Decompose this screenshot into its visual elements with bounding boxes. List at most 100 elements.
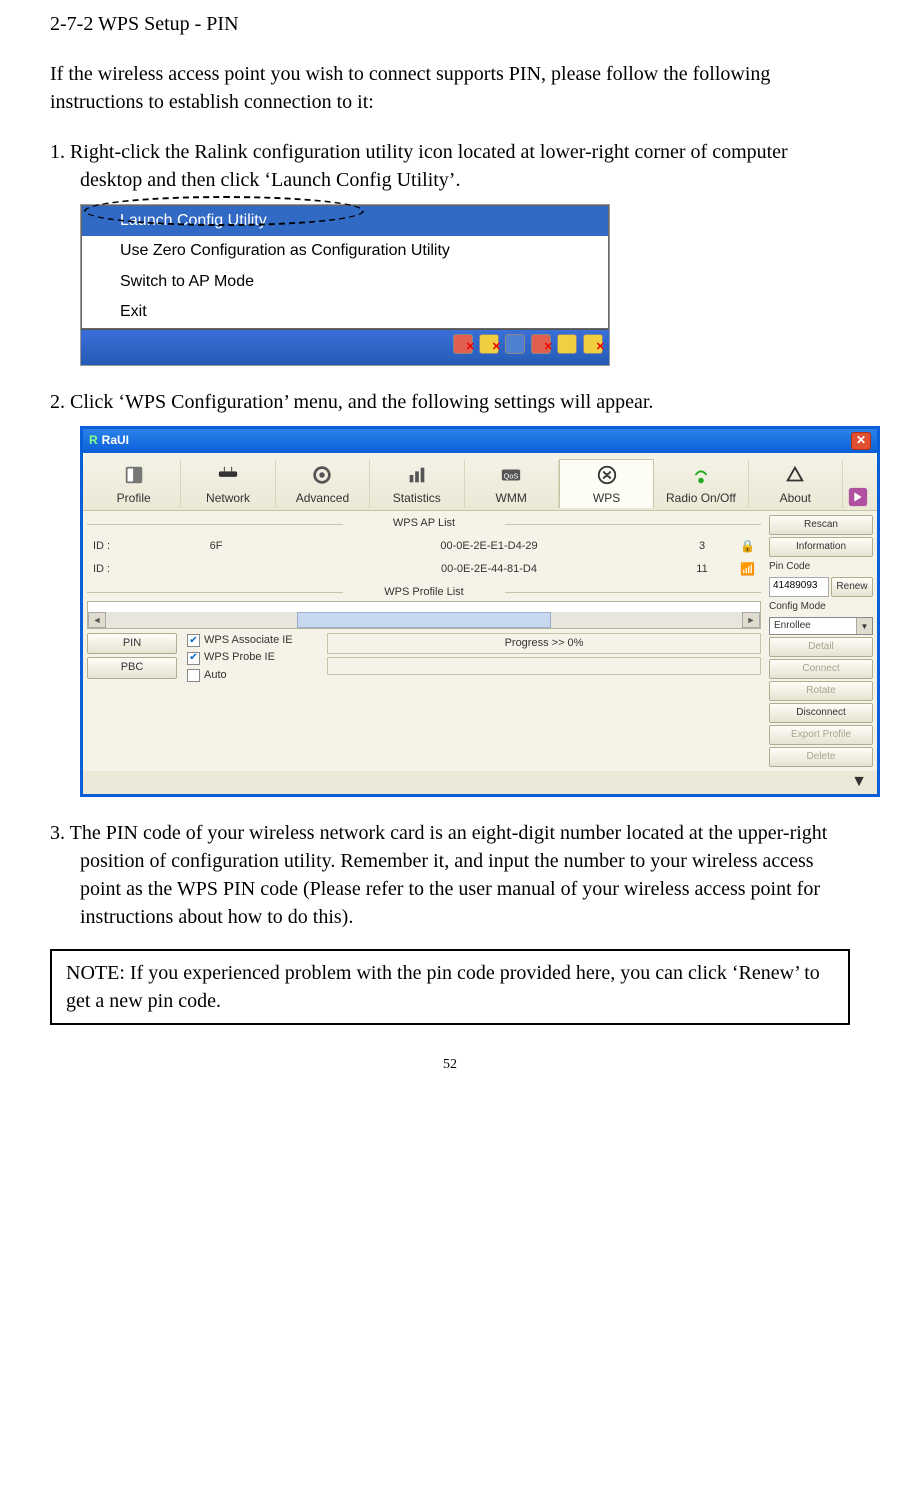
intro-paragraph: If the wireless access point you wish to…	[50, 60, 850, 116]
tray-icon[interactable]	[453, 334, 473, 354]
renew-button[interactable]: Renew	[831, 577, 873, 597]
checkbox-label: WPS Probe IE	[204, 650, 275, 665]
about-icon	[749, 462, 842, 488]
wps-probe-checkbox[interactable]: ✔ WPS Probe IE	[187, 650, 317, 665]
progress-text: Progress >> 0%	[327, 633, 761, 654]
ap-mac: 00-0E-2E-44-81-D4	[299, 562, 679, 577]
delete-button[interactable]: Delete	[769, 747, 873, 767]
scroll-right-button[interactable]: ►	[742, 612, 760, 628]
raui-window: R RaUI ✕ Profile Network Advanced	[80, 426, 880, 797]
menu-item-exit[interactable]: Exit	[82, 297, 608, 327]
connect-button[interactable]: Connect	[769, 659, 873, 679]
arrow-right-icon	[847, 486, 869, 508]
config-mode-select[interactable]: Enrollee ▼	[769, 617, 873, 635]
toolbar-arrow[interactable]	[843, 486, 873, 508]
step-number: 2.	[50, 391, 65, 413]
page-number: 52	[50, 1055, 850, 1075]
note-text: NOTE: If you experienced problem with th…	[66, 962, 820, 1012]
ap-channel: 11	[687, 562, 717, 577]
tab-advanced[interactable]: Advanced	[276, 460, 370, 509]
taskbar	[81, 329, 609, 365]
menu-item-zero-config[interactable]: Use Zero Configuration as Configuration …	[82, 236, 608, 266]
export-profile-button[interactable]: Export Profile	[769, 725, 873, 745]
step-text: The PIN code of your wireless network ca…	[70, 822, 828, 928]
radio-icon	[654, 462, 747, 488]
tab-wmm[interactable]: QoS WMM	[465, 460, 559, 509]
ap-id-label: ID :	[93, 562, 133, 577]
tab-wps[interactable]: WPS	[559, 459, 654, 509]
close-button[interactable]: ✕	[851, 432, 871, 450]
profile-list-title: WPS Profile List	[87, 584, 761, 601]
tab-label: WMM	[496, 491, 527, 505]
tray-icon[interactable]	[583, 334, 603, 354]
stats-icon	[370, 462, 463, 488]
profile-list[interactable]: ◄ ►	[87, 601, 761, 629]
gear-icon	[276, 462, 369, 488]
chevron-down-icon: ▼	[856, 618, 872, 634]
menu-item-launch[interactable]: Launch Config Utility	[82, 206, 608, 236]
information-button[interactable]: Information	[769, 537, 873, 557]
tab-label: About	[780, 491, 811, 505]
tab-label: Profile	[117, 491, 151, 505]
tab-statistics[interactable]: Statistics	[370, 460, 464, 509]
scroll-left-button[interactable]: ◄	[88, 612, 106, 628]
ap-row[interactable]: ID : 6F 00-0E-2E-E1-D4-29 3 🔒	[87, 535, 761, 558]
ap-channel: 3	[687, 539, 717, 554]
detail-button[interactable]: Detail	[769, 637, 873, 657]
titlebar: R RaUI ✕	[83, 429, 877, 453]
note-box: NOTE: If you experienced problem with th…	[50, 949, 850, 1025]
menu-label: Launch Config Utility	[120, 212, 267, 229]
ap-mac: 00-0E-2E-E1-D4-29	[299, 539, 679, 554]
window-title: RaUI	[102, 432, 129, 449]
rescan-button[interactable]: Rescan	[769, 515, 873, 535]
section-heading: 2-7-2 WPS Setup - PIN	[50, 10, 850, 38]
checkbox-label: Auto	[204, 668, 227, 683]
status-text	[327, 657, 761, 675]
pin-code-label: Pin Code	[769, 559, 873, 575]
tray-icon[interactable]	[531, 334, 551, 354]
scrollbar-thumb[interactable]	[297, 612, 551, 628]
app-icon: R	[89, 432, 98, 449]
step-text: Right-click the Ralink configuration uti…	[70, 141, 788, 191]
pin-button[interactable]: PIN	[87, 633, 177, 654]
wps-icon	[560, 462, 653, 488]
step-number: 3.	[50, 822, 65, 844]
tab-label: Network	[206, 491, 250, 505]
auto-checkbox[interactable]: Auto	[187, 668, 317, 683]
side-panel: Rescan Information Pin Code 41489093 Ren…	[765, 511, 877, 771]
pbc-button[interactable]: PBC	[87, 657, 177, 678]
tab-label: Advanced	[296, 491, 349, 505]
select-value: Enrollee	[770, 618, 856, 634]
svg-text:QoS: QoS	[504, 471, 519, 480]
tab-profile[interactable]: Profile	[87, 460, 181, 509]
tray-icon[interactable]	[557, 334, 577, 354]
tray-icon[interactable]	[479, 334, 499, 354]
rotate-button[interactable]: Rotate	[769, 681, 873, 701]
step-text: Click ‘WPS Configuration’ menu, and the …	[70, 391, 653, 413]
disconnect-button[interactable]: Disconnect	[769, 703, 873, 723]
pin-code-value: 41489093	[769, 577, 829, 597]
wps-associate-checkbox[interactable]: ✔ WPS Associate IE	[187, 633, 317, 648]
system-tray	[453, 334, 603, 354]
expand-arrow[interactable]: ▼	[83, 771, 877, 793]
tab-label: Statistics	[393, 491, 441, 505]
ap-name: 6F	[141, 539, 291, 554]
tray-icon[interactable]	[505, 334, 525, 354]
menu-item-ap-mode[interactable]: Switch to AP Mode	[82, 267, 608, 297]
checkbox-icon: ✔	[187, 652, 200, 665]
checkbox-icon	[187, 669, 200, 682]
network-icon	[181, 462, 274, 488]
tab-radio[interactable]: Radio On/Off	[654, 460, 748, 509]
context-menu: Launch Config Utility Use Zero Configura…	[81, 205, 609, 329]
step-1: 1. Right-click the Ralink configuration …	[50, 138, 850, 194]
tab-label: Radio On/Off	[666, 491, 736, 505]
tab-about[interactable]: About	[749, 460, 843, 509]
profile-icon	[87, 462, 180, 488]
step-number: 1.	[50, 141, 65, 163]
wmm-icon: QoS	[465, 462, 558, 488]
ap-row[interactable]: ID : 00-0E-2E-44-81-D4 11 📶	[87, 558, 761, 581]
scrollbar-track[interactable]	[106, 612, 742, 628]
checkbox-label: WPS Associate IE	[204, 633, 293, 648]
tab-network[interactable]: Network	[181, 460, 275, 509]
context-menu-screenshot: Launch Config Utility Use Zero Configura…	[80, 204, 610, 366]
